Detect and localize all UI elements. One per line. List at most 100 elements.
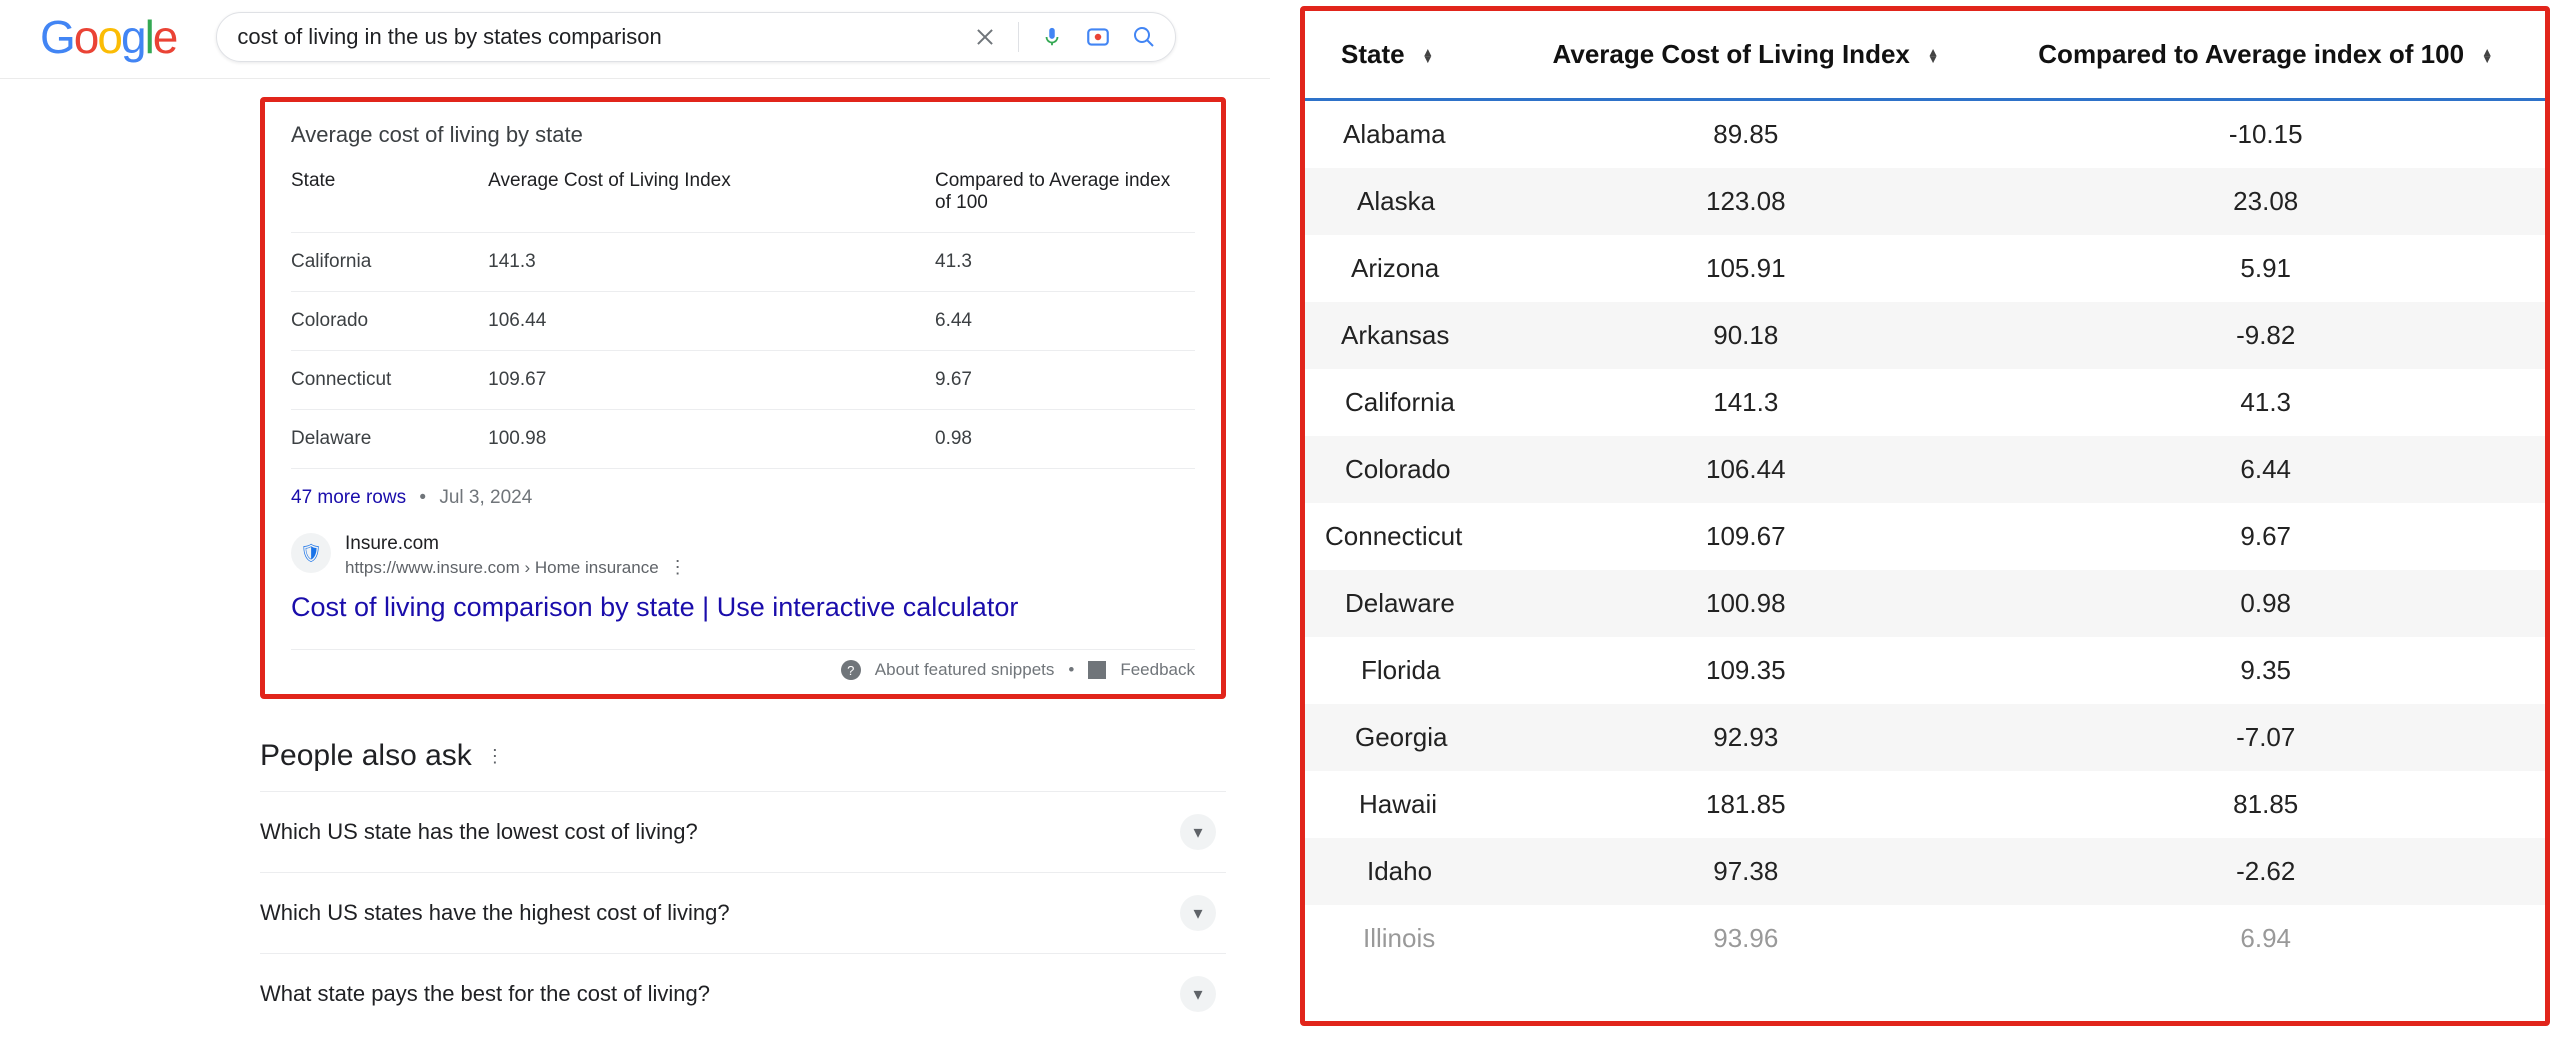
chevron-down-icon: ▾ <box>1180 895 1216 931</box>
table-row: Idaho97.38-2.62 <box>1305 838 2545 905</box>
cell-state: California <box>291 233 488 292</box>
paa-item[interactable]: What state pays the best for the cost of… <box>260 953 1226 1034</box>
search-box-icons <box>972 22 1157 52</box>
cell-index: 93.96 <box>1505 905 1986 972</box>
cell-state: Connecticut <box>291 351 488 410</box>
snippet-table: State Average Cost of Living Index Compa… <box>291 170 1195 468</box>
snippet-col-state: State <box>291 170 488 233</box>
big-col-index[interactable]: Average Cost of Living Index ▲▼ <box>1505 11 1986 100</box>
cell-index: 109.35 <box>1505 637 1986 704</box>
snippet-source: 🛡 Insure.com https://www.insure.com › Ho… <box>291 533 1195 578</box>
cell-state: Alaska <box>1305 168 1505 235</box>
clear-icon[interactable] <box>972 24 998 50</box>
cell-state: Colorado <box>291 292 488 351</box>
snippet-title: Average cost of living by state <box>291 122 1195 148</box>
cell-diff: 23.08 <box>1986 168 2545 235</box>
cell-state: Colorado <box>1305 436 1505 503</box>
featured-snippet: Average cost of living by state State Av… <box>260 97 1226 699</box>
cell-state: Connecticut <box>1305 503 1505 570</box>
cell-state: Arkansas <box>1305 302 1505 369</box>
google-logo[interactable]: Google <box>40 10 176 64</box>
chevron-down-icon: ▾ <box>1180 814 1216 850</box>
cell-index: 105.91 <box>1505 235 1986 302</box>
table-row: Connecticut109.679.67 <box>291 351 1195 410</box>
table-row: Delaware100.980.98 <box>291 410 1195 469</box>
cell-diff: 6.94 <box>1986 905 2545 972</box>
sort-icon[interactable]: ▲▼ <box>1422 49 1434 63</box>
sort-icon[interactable]: ▲▼ <box>2481 49 2493 63</box>
about-snippets-link[interactable]: About featured snippets <box>875 660 1055 680</box>
google-body: Average cost of living by state State Av… <box>0 97 1270 1034</box>
table-row: Arizona105.915.91 <box>1305 235 2545 302</box>
cell-state: Georgia <box>1305 704 1505 771</box>
table-row-cutoff: Illinois93.966.94 <box>1305 905 2545 972</box>
feedback-icon[interactable] <box>1088 661 1106 679</box>
source-more-icon[interactable]: ⋮ <box>669 557 687 578</box>
paa-item[interactable]: Which US states have the highest cost of… <box>260 872 1226 953</box>
search-icon[interactable] <box>1131 24 1157 50</box>
cell-diff: -2.62 <box>1986 838 2545 905</box>
cell-state: Alabama <box>1305 100 1505 169</box>
search-input[interactable] <box>235 23 972 51</box>
source-url: https://www.insure.com › Home insurance <box>345 558 659 578</box>
cell-index: 100.98 <box>1505 570 1986 637</box>
cell-index: 123.08 <box>1505 168 1986 235</box>
more-rows-link[interactable]: 47 more rows <box>291 487 406 508</box>
cell-diff: 9.67 <box>1986 503 2545 570</box>
cell-diff: -10.15 <box>1986 100 2545 169</box>
cell-state: California <box>1305 369 1505 436</box>
cell-diff: -7.07 <box>1986 704 2545 771</box>
cell-index: 109.67 <box>488 351 935 410</box>
image-search-icon[interactable] <box>1085 24 1111 50</box>
cell-state: Delaware <box>1305 570 1505 637</box>
cell-index: 181.85 <box>1505 771 1986 838</box>
paa-item[interactable]: Which US state has the lowest cost of li… <box>260 791 1226 872</box>
table-row: Hawaii181.8581.85 <box>1305 771 2545 838</box>
help-icon[interactable]: ? <box>841 660 861 680</box>
cell-index: 141.3 <box>488 233 935 292</box>
cell-index: 92.93 <box>1505 704 1986 771</box>
paa-heading: People also ask <box>260 739 472 773</box>
paa-question: Which US state has the lowest cost of li… <box>260 819 698 845</box>
cell-diff: 41.3 <box>1986 369 2545 436</box>
cell-diff: 0.98 <box>1986 570 2545 637</box>
divider <box>1018 22 1019 52</box>
snippet-date: Jul 3, 2024 <box>439 487 532 508</box>
cell-index: 106.44 <box>488 292 935 351</box>
big-table: State ▲▼ Average Cost of Living Index ▲▼… <box>1305 11 2545 972</box>
table-row: Colorado106.446.44 <box>1305 436 2545 503</box>
sort-icon[interactable]: ▲▼ <box>1927 49 1939 63</box>
cell-index: 100.98 <box>488 410 935 469</box>
voice-search-icon[interactable] <box>1039 24 1065 50</box>
cell-index: 90.18 <box>1505 302 1986 369</box>
paa-question: What state pays the best for the cost of… <box>260 981 710 1007</box>
feedback-link[interactable]: Feedback <box>1120 660 1195 680</box>
big-col-state[interactable]: State ▲▼ <box>1305 11 1505 100</box>
paa-more-icon[interactable]: ⋮ <box>486 746 504 767</box>
cell-index: 109.67 <box>1505 503 1986 570</box>
cell-index: 106.44 <box>1505 436 1986 503</box>
cost-of-living-full-table: State ▲▼ Average Cost of Living Index ▲▼… <box>1300 6 2550 1026</box>
cell-index: 97.38 <box>1505 838 1986 905</box>
google-results-pane: Google Average cost of living by state <box>0 0 1270 1046</box>
cell-diff: 81.85 <box>1986 771 2545 838</box>
cell-diff: 9.35 <box>1986 637 2545 704</box>
big-col-diff[interactable]: Compared to Average index of 100 ▲▼ <box>1986 11 2545 100</box>
table-row: Delaware100.980.98 <box>1305 570 2545 637</box>
snippet-col-index: Average Cost of Living Index <box>488 170 935 233</box>
cell-diff: 5.91 <box>1986 235 2545 302</box>
cell-diff: 6.44 <box>1986 436 2545 503</box>
cell-state: Idaho <box>1305 838 1505 905</box>
source-favicon-icon: 🛡 <box>291 533 331 573</box>
paa-question: Which US states have the highest cost of… <box>260 900 730 926</box>
people-also-ask: People also ask ⋮ Which US state has the… <box>260 739 1226 1034</box>
search-box[interactable] <box>216 12 1176 62</box>
table-row: Florida109.359.35 <box>1305 637 2545 704</box>
source-title-link[interactable]: Cost of living comparison by state | Use… <box>291 592 1195 623</box>
snippet-footer: ? About featured snippets • Feedback <box>291 649 1195 680</box>
table-row: Arkansas90.18-9.82 <box>1305 302 2545 369</box>
cell-diff: 41.3 <box>935 233 1195 292</box>
table-row: Connecticut109.679.67 <box>1305 503 2545 570</box>
table-row: Colorado106.446.44 <box>291 292 1195 351</box>
cell-index: 89.85 <box>1505 100 1986 169</box>
